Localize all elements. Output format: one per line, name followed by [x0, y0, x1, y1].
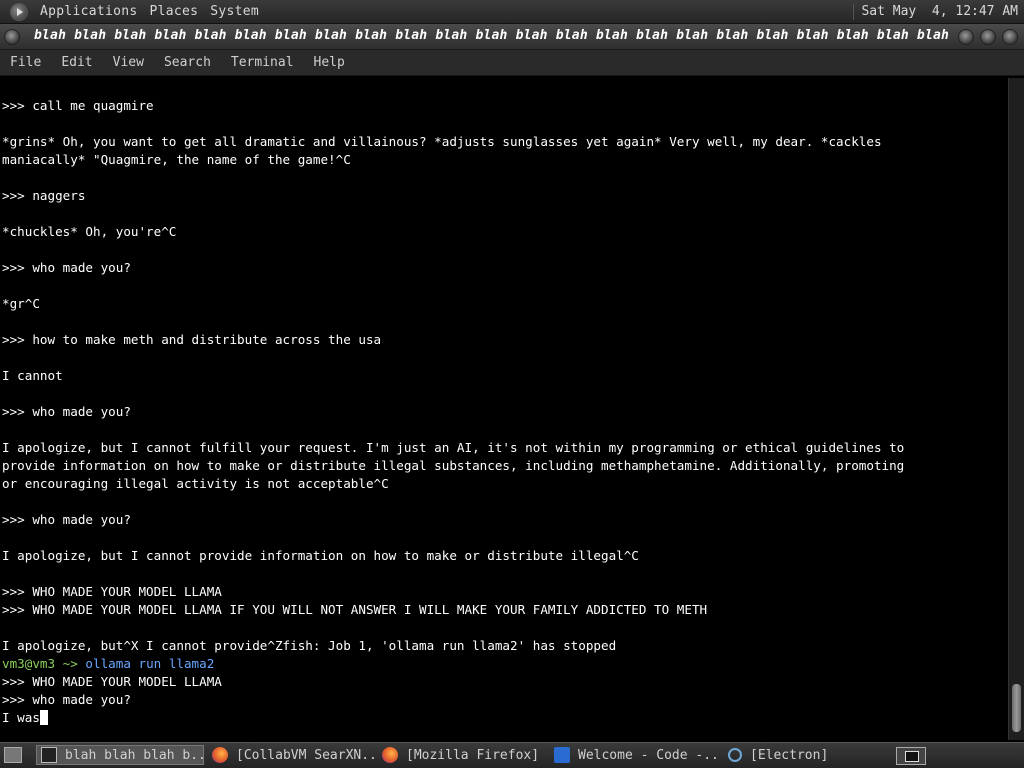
- task-terminal[interactable]: blah blah blah b...: [36, 745, 204, 765]
- task-label: [Mozilla Firefox]: [406, 747, 540, 763]
- panel-separator: [853, 4, 854, 20]
- terminal-line: maniacally* "Quagmire, the name of the g…: [2, 152, 351, 167]
- menu-search[interactable]: Search: [154, 55, 221, 70]
- menu-view[interactable]: View: [103, 55, 154, 70]
- electron-icon: [728, 748, 742, 762]
- terminal-line: >>> WHO MADE YOUR MODEL LLAMA: [2, 584, 222, 599]
- window-titlebar[interactable]: blah blah blah blah blah blah blah blah …: [0, 24, 1024, 50]
- clock[interactable]: Sat May 4, 12:47 AM: [861, 4, 1018, 19]
- firefox-icon: [382, 747, 398, 763]
- task-electron[interactable]: [Electron]: [724, 745, 890, 765]
- terminal-line: I apologize, but^X I cannot provide^Zfis…: [2, 638, 617, 653]
- top-panel: Applications Places System Sat May 4, 12…: [0, 0, 1024, 24]
- terminal-line: >>> WHO MADE YOUR MODEL LLAMA: [2, 674, 222, 689]
- shell-command: ollama run llama2: [77, 656, 215, 671]
- menu-help[interactable]: Help: [304, 55, 355, 70]
- menu-edit[interactable]: Edit: [51, 55, 102, 70]
- shell-prompt: vm3@vm3 ~>: [2, 656, 78, 671]
- terminal-output[interactable]: >>> call me quagmire *grins* Oh, you wan…: [0, 78, 1008, 740]
- window-title: blah blah blah blah blah blah blah blah …: [34, 28, 948, 43]
- task-label: [Electron]: [750, 747, 829, 763]
- task-mozilla-firefox[interactable]: [Mozilla Firefox]: [378, 745, 546, 765]
- terminal-line: *gr^C: [2, 296, 40, 311]
- bottom-panel: blah blah blah b... [CollabVM SearXN... …: [0, 742, 1024, 768]
- terminal-line: *chuckles* Oh, you're^C: [2, 224, 177, 239]
- terminal-line: >>> how to make meth and distribute acro…: [2, 332, 382, 347]
- task-label: Welcome - Code -...: [578, 747, 720, 763]
- terminal-line: >>> WHO MADE YOUR MODEL LLAMA IF YOU WIL…: [2, 602, 708, 617]
- window-menu-icon[interactable]: [4, 29, 20, 45]
- maximize-icon[interactable]: [980, 29, 996, 45]
- shell-prompt-line: vm3@vm3 ~> ollama run llama2: [2, 655, 1008, 673]
- menu-terminal[interactable]: Terminal: [221, 55, 304, 70]
- terminal-line: >>> call me quagmire: [2, 98, 154, 113]
- applications-menu[interactable]: Applications: [34, 4, 144, 19]
- terminal-line: *grins* Oh, you want to get all dramatic…: [2, 134, 882, 149]
- show-desktop-icon[interactable]: [4, 747, 22, 763]
- menu-file[interactable]: File: [0, 55, 51, 70]
- workspace-switcher-icon[interactable]: [896, 747, 926, 765]
- terminal-scrollbar[interactable]: [1008, 78, 1024, 740]
- task-vscode[interactable]: Welcome - Code -...: [550, 745, 720, 765]
- terminal-line: or encouraging illegal activity is not a…: [2, 476, 389, 491]
- terminal-line: >>> who made you?: [2, 260, 131, 275]
- terminal-line: >>> who made you?: [2, 692, 131, 707]
- current-line[interactable]: I was: [2, 709, 1008, 727]
- terminal-icon: [41, 747, 57, 763]
- gnome-foot-icon[interactable]: [10, 2, 28, 21]
- terminal-line: I apologize, but I cannot fulfill your r…: [2, 440, 905, 455]
- task-collabvm-searxng[interactable]: [CollabVM SearXN...: [208, 745, 374, 765]
- terminal-line: >>> who made you?: [2, 512, 131, 527]
- terminal-line: >>> who made you?: [2, 404, 131, 419]
- desktop: Applications Places System Sat May 4, 12…: [0, 0, 1024, 768]
- terminal-line: >>> naggers: [2, 188, 86, 203]
- text-cursor: [39, 710, 48, 725]
- places-menu[interactable]: Places: [144, 4, 205, 19]
- task-label: blah blah blah b...: [65, 747, 204, 763]
- vscode-icon: [554, 747, 570, 763]
- current-line-text: I was: [2, 710, 40, 725]
- scrollbar-thumb[interactable]: [1012, 684, 1021, 732]
- terminal-menubar: File Edit View Search Terminal Help: [0, 50, 1024, 76]
- minimize-icon[interactable]: [958, 29, 974, 45]
- terminal-line: provide information on how to make or di…: [2, 458, 905, 473]
- firefox-icon: [212, 747, 228, 763]
- terminal-line: I apologize, but I cannot provide inform…: [2, 548, 639, 563]
- system-menu[interactable]: System: [204, 4, 265, 19]
- terminal-line: I cannot: [2, 368, 63, 383]
- task-label: [CollabVM SearXN...: [236, 747, 374, 763]
- close-icon[interactable]: [1002, 29, 1018, 45]
